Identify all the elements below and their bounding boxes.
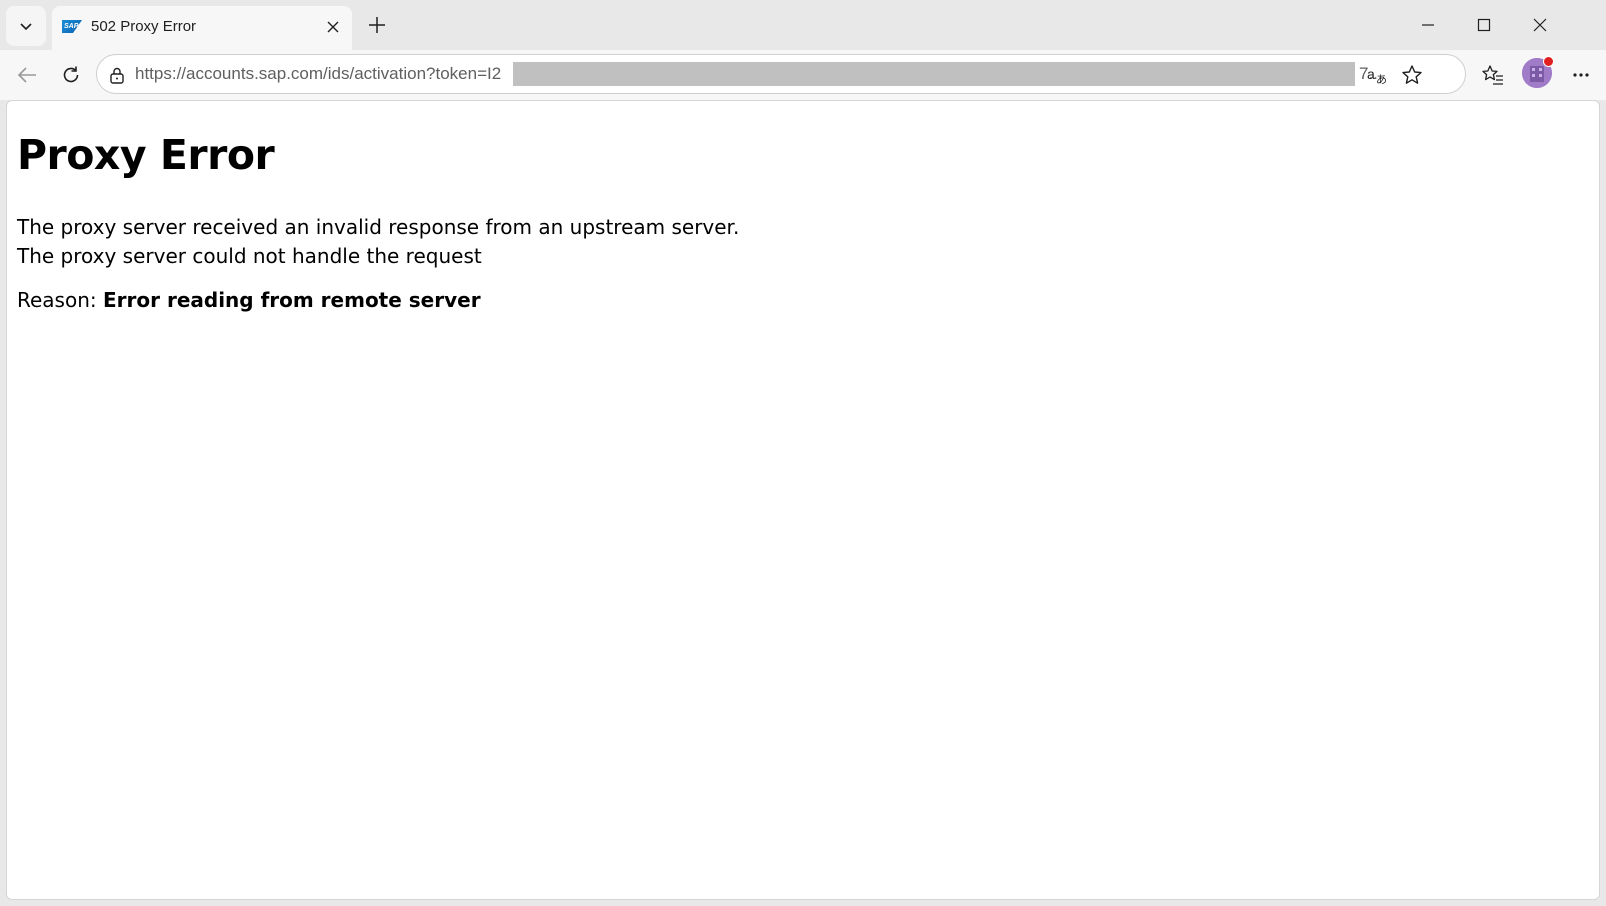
address-bar[interactable]: https://accounts.sap.com/ids/activation?… [96, 54, 1466, 94]
minimize-icon [1422, 24, 1434, 26]
translate-button[interactable]: a あ [1365, 62, 1391, 88]
refresh-button[interactable] [54, 58, 88, 92]
redacted-region [513, 62, 1355, 86]
translate-icon: a あ [1367, 66, 1387, 86]
tab-actions-menu-button[interactable] [6, 6, 46, 46]
page-viewport: Proxy Error The proxy server received an… [6, 100, 1600, 900]
notification-badge [1543, 56, 1554, 67]
svg-text:a: a [1367, 66, 1375, 82]
arrow-left-icon [17, 67, 36, 83]
tab-active[interactable]: SAP 502 Proxy Error [52, 6, 352, 50]
chevron-down-icon [20, 23, 32, 31]
close-icon [327, 21, 339, 33]
browser-window: SAP 502 Proxy Error https://accounts.sap… [0, 0, 1606, 906]
reason-label: Reason: [17, 288, 103, 312]
maximize-button[interactable] [1464, 10, 1504, 40]
favorites-list-icon [1482, 65, 1503, 85]
error-description: The proxy server received an invalid res… [17, 213, 739, 271]
error-line-2: The proxy server could not handle the re… [17, 244, 482, 268]
more-horizontal-icon [1573, 73, 1589, 77]
error-reason: Reason: Error reading from remote server [17, 288, 481, 312]
plus-icon [369, 17, 385, 33]
profile-avatar[interactable] [1522, 56, 1554, 88]
star-icon [1402, 65, 1422, 84]
maximize-icon [1477, 18, 1491, 32]
minimize-button[interactable] [1408, 10, 1448, 40]
tab-strip: SAP 502 Proxy Error [0, 0, 1606, 50]
tab-close-button[interactable] [322, 16, 344, 38]
refresh-icon [63, 66, 79, 83]
new-tab-button[interactable] [364, 12, 390, 38]
tab-title: 502 Proxy Error [91, 18, 197, 35]
page-title: Proxy Error [17, 131, 275, 179]
favorites-button[interactable] [1476, 58, 1510, 92]
back-button[interactable] [10, 58, 44, 92]
error-line-1: The proxy server received an invalid res… [17, 215, 740, 239]
lock-icon[interactable] [107, 65, 127, 85]
close-window-button[interactable] [1520, 10, 1560, 40]
favorite-star-button[interactable] [1399, 62, 1425, 88]
settings-more-button[interactable] [1564, 58, 1598, 92]
url-text[interactable]: https://accounts.sap.com/ids/activation?… [135, 64, 501, 84]
reason-value: Error reading from remote server [103, 288, 481, 312]
sap-logo-icon: SAP [62, 20, 82, 33]
svg-text:あ: あ [1376, 73, 1387, 86]
close-icon [1533, 18, 1547, 32]
browser-toolbar: https://accounts.sap.com/ids/activation?… [0, 50, 1606, 100]
